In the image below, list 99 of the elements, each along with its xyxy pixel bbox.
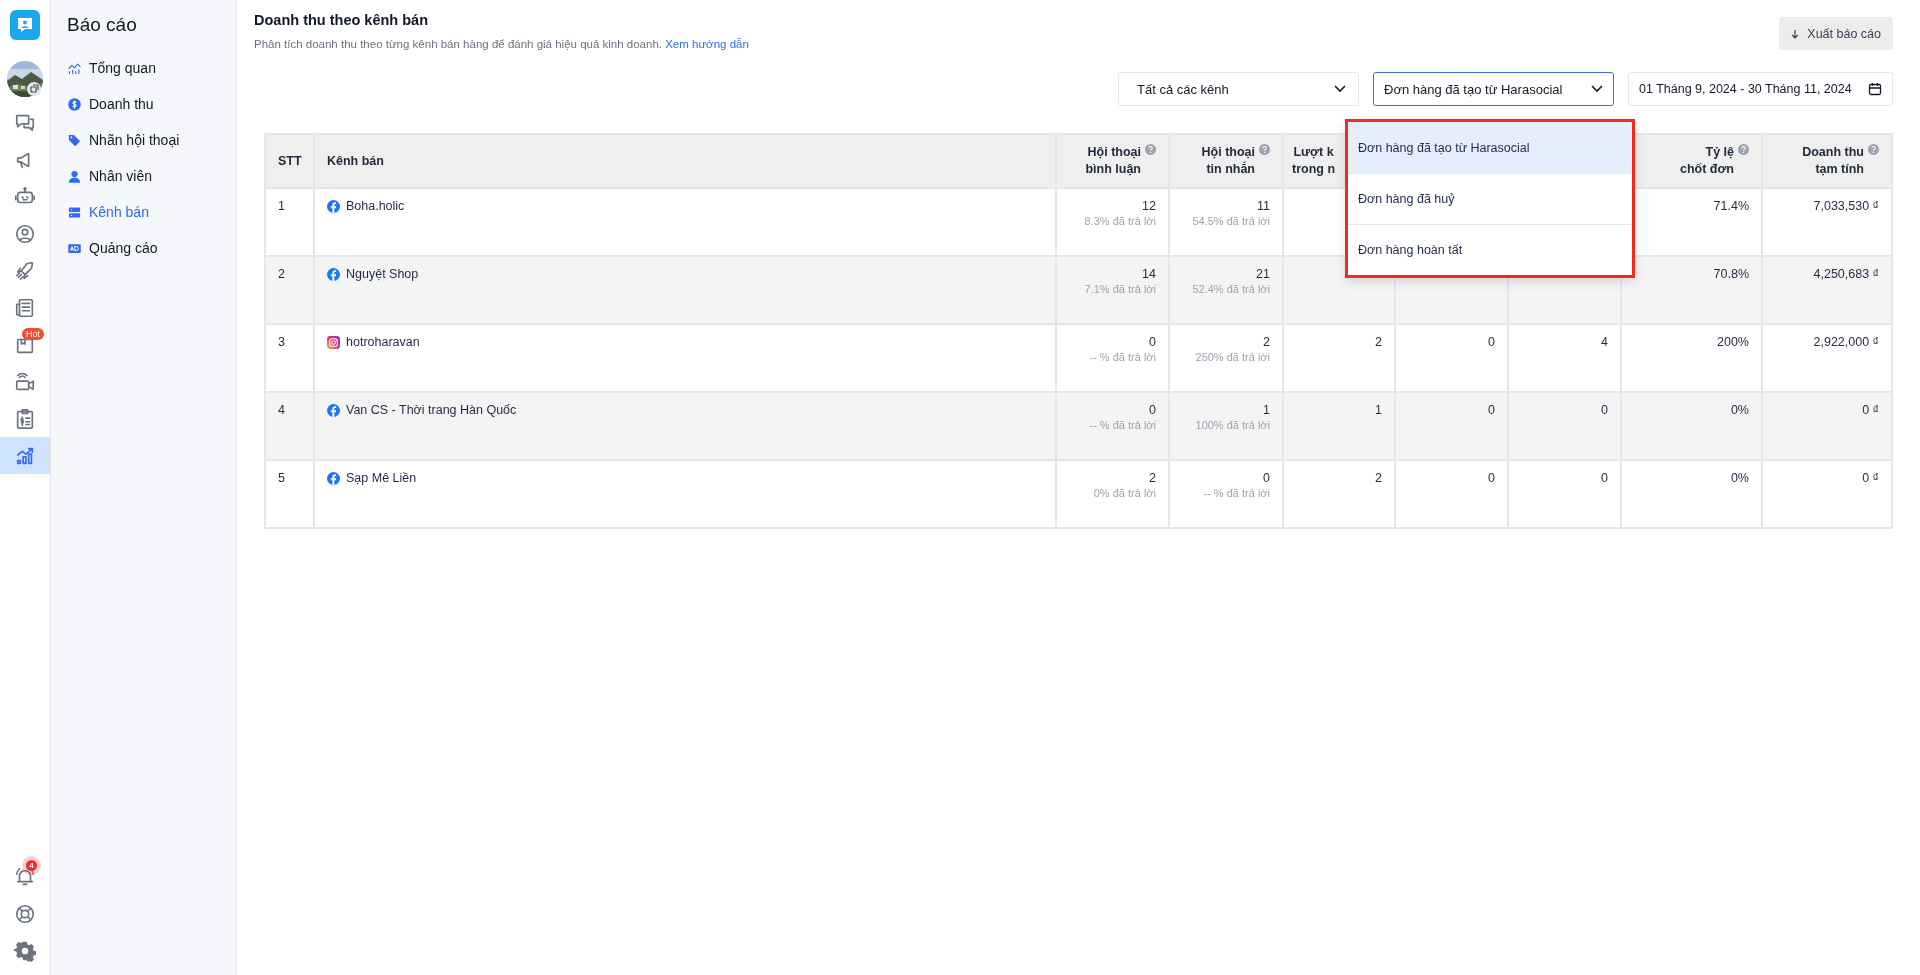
row-number: 3 (278, 335, 285, 349)
channel-name: Van CS - Thời trang Hàn Quốc (346, 403, 517, 417)
table-cell-text: 1 (1262, 403, 1270, 417)
table-cell-text: 0 (1148, 335, 1156, 349)
reply-rate: 52.4% đã trả lời (1191, 283, 1270, 295)
chevron-down-icon (1591, 85, 1603, 93)
channel-name: Boha.holic (346, 199, 405, 213)
rocket-icon (14, 259, 36, 282)
date-range-picker[interactable]: 01 Tháng 9, 2024 - 30 Tháng 11, 2024 (1628, 72, 1893, 106)
reply-rate: 54.5% đã trả lời (1191, 215, 1270, 227)
table-cell-text: 0% (1729, 403, 1749, 417)
dropdown-option[interactable]: Đơn hàng đã tạo từ Harasocial (1348, 122, 1632, 173)
table-cell-text: 2 (1148, 471, 1156, 485)
table-cell-text: 200% (1716, 335, 1749, 349)
channel-name: Sạp Mê Liền (346, 471, 417, 485)
row-number: 4 (278, 403, 285, 417)
facebook-icon (327, 471, 340, 485)
line-chart-icon (67, 60, 82, 76)
table-cell-text: 0 (1600, 403, 1608, 417)
app-logo[interactable] (10, 10, 40, 40)
dropdown-select[interactable]: Tất cả các kênh (1118, 72, 1359, 106)
rail-button[interactable]: 4 (0, 858, 50, 895)
table-cell-text: 0 ₫ (1861, 403, 1879, 417)
table-cell-text: 0 (1487, 471, 1495, 485)
sidebar-item[interactable]: Tổng quan (65, 50, 156, 86)
sidebar-item[interactable]: Doanh thu (65, 86, 154, 122)
table-cell-text: 0 (1262, 471, 1270, 485)
table-cell-text: 11 (1256, 199, 1270, 213)
reply-rate: -- % đã trả lời (1088, 351, 1156, 363)
reply-rate: 8.3% đã trả lời (1083, 215, 1156, 227)
tag-icon (67, 132, 82, 148)
bell-icon (14, 865, 36, 888)
table-cell-text: 7,033,530 ₫ (1812, 199, 1879, 213)
table-cell-text: 2 (1374, 471, 1382, 485)
table-cell-text: 1 (1374, 403, 1382, 417)
column-header: Tỷ lệ chốt đơn (1679, 144, 1734, 178)
reply-rate: -- % đã trả lời (1202, 487, 1270, 499)
facebook-icon (327, 199, 340, 213)
reply-rate: 7.1% đã trả lời (1083, 283, 1156, 295)
user-circle-icon (14, 222, 36, 245)
column-header: STT (278, 152, 302, 170)
sidebar-title: Báo cáo (67, 14, 138, 36)
table-cell-text: 71.4% (1712, 199, 1749, 213)
table-cell-text: 14 (1141, 267, 1156, 281)
settings-icon (14, 939, 36, 962)
clipboard-icon (14, 407, 36, 430)
dollar-icon (67, 96, 82, 112)
table-cell-text: 0 (1487, 403, 1495, 417)
column-header: Hội thoại tin nhắn (1201, 144, 1255, 178)
dropdown-select[interactable]: Đơn hàng đã tạo từ Harasocial (1373, 72, 1614, 106)
calendar-icon (1868, 82, 1882, 96)
table-cell-text: 21 (1255, 267, 1270, 281)
channel-name: Nguyệt Shop (346, 267, 419, 281)
table-cell-text: 12 (1141, 199, 1156, 213)
sidebar-item[interactable]: Nhân viên (65, 158, 153, 194)
table-cell-text: 0 (1600, 471, 1608, 485)
video-camera-icon (14, 370, 36, 393)
hot-badge: Hot (22, 328, 44, 340)
sidebar-item[interactable]: Quảng cáo (65, 230, 158, 266)
reply-rate: 100% đã trả lời (1194, 419, 1270, 431)
table-cell-text: 70.8% (1712, 267, 1749, 281)
newspaper-icon (14, 296, 36, 319)
sidebar-item[interactable]: Kênh bán (65, 194, 149, 230)
facebook-icon (327, 267, 340, 281)
column-header: Kênh bán (327, 152, 384, 170)
download-icon (1791, 28, 1800, 39)
reply-rate: 250% đã trả lời (1194, 351, 1270, 363)
channel-name: hotroharavan (346, 335, 420, 349)
person-icon (67, 168, 82, 184)
page-title: Doanh thu theo kênh bán (254, 12, 429, 28)
instagram-icon (327, 335, 340, 349)
dropdown-option[interactable]: Đơn hàng hoàn tất (1348, 224, 1632, 275)
reply-rate: 0% đã trả lời (1092, 487, 1156, 499)
page-description: Phân tích doanh thu theo từng kênh bán hàng để đánh giá hiệu quả kinh doanh. Xem hướng dẫn (254, 38, 749, 50)
export-button[interactable]: Xuất báo cáo (1779, 17, 1893, 50)
table-cell-text: 4 (1600, 335, 1608, 349)
table-cell-text: 0 ₫ (1861, 471, 1879, 485)
row-number: 2 (278, 267, 285, 281)
reply-rate: -- % đã trả lời (1088, 419, 1156, 431)
row-number: 5 (278, 471, 285, 485)
chevron-down-icon (1334, 85, 1346, 93)
table-cell-text: 0 (1148, 403, 1156, 417)
facebook-icon (327, 403, 340, 417)
dropdown-option[interactable]: Đơn hàng đã huỷ (1348, 173, 1632, 224)
notification-count: 4 (26, 860, 37, 871)
table-cell-text: 2,922,000 ₫ (1812, 335, 1879, 349)
row-number: 1 (278, 199, 285, 213)
table-cell-text: 0% (1729, 471, 1749, 485)
table-cell-text: 0 (1487, 335, 1495, 349)
column-header: Hội thoại bình luận (1085, 144, 1141, 178)
table-cell-text: 2 (1262, 335, 1270, 349)
guide-link[interactable]: Xem hướng dẫn (665, 38, 749, 50)
lifebuoy-icon (14, 902, 36, 925)
column-header: Doanh thu tạm tính (1802, 144, 1864, 178)
column-header: Lượt k trong n (1292, 144, 1336, 178)
table-cell-text: 2 (1374, 335, 1382, 349)
sidebar-item[interactable]: Nhãn hội thoại (65, 122, 180, 158)
table-cell-text: 4,250,683 ₫ (1812, 267, 1879, 281)
rail-button[interactable]: Hot (0, 326, 50, 363)
